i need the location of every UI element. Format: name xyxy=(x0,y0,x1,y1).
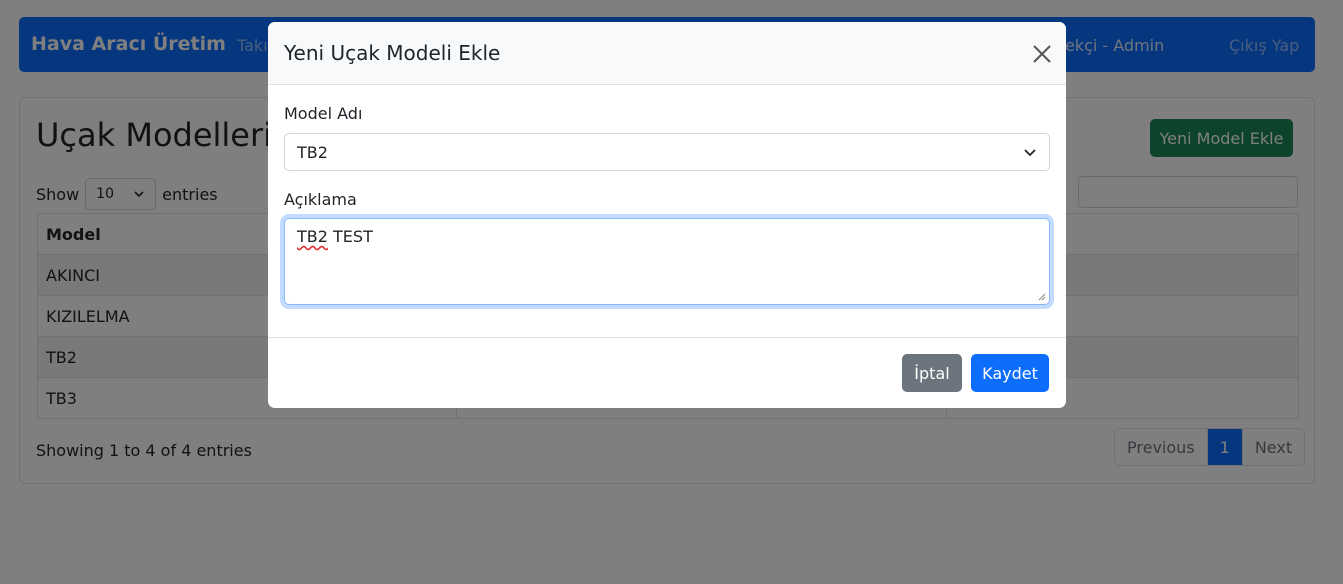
model-name-value: TB2 xyxy=(297,142,328,162)
modal-title: Yeni Uçak Modeli Ekle xyxy=(284,41,501,65)
save-button[interactable]: Kaydet xyxy=(971,354,1049,392)
resize-grip-icon[interactable] xyxy=(1038,293,1046,301)
description-label: Açıklama xyxy=(284,190,357,209)
modal-header: Yeni Uçak Modeli Ekle xyxy=(268,22,1066,85)
description-text-word: TB2 xyxy=(297,227,328,246)
new-model-modal: Yeni Uçak Modeli Ekle Model Adı TB2 Açık… xyxy=(268,22,1066,408)
modal-footer: İptal Kaydet xyxy=(268,337,1066,408)
cancel-button[interactable]: İptal xyxy=(902,354,962,392)
description-text-rest: TEST xyxy=(327,227,373,246)
model-name-label: Model Adı xyxy=(284,104,363,123)
model-name-select[interactable]: TB2 xyxy=(284,133,1050,171)
close-icon[interactable] xyxy=(1030,42,1054,66)
description-textarea[interactable]: TB2 TEST xyxy=(284,218,1050,305)
chevron-down-icon xyxy=(1024,149,1036,157)
